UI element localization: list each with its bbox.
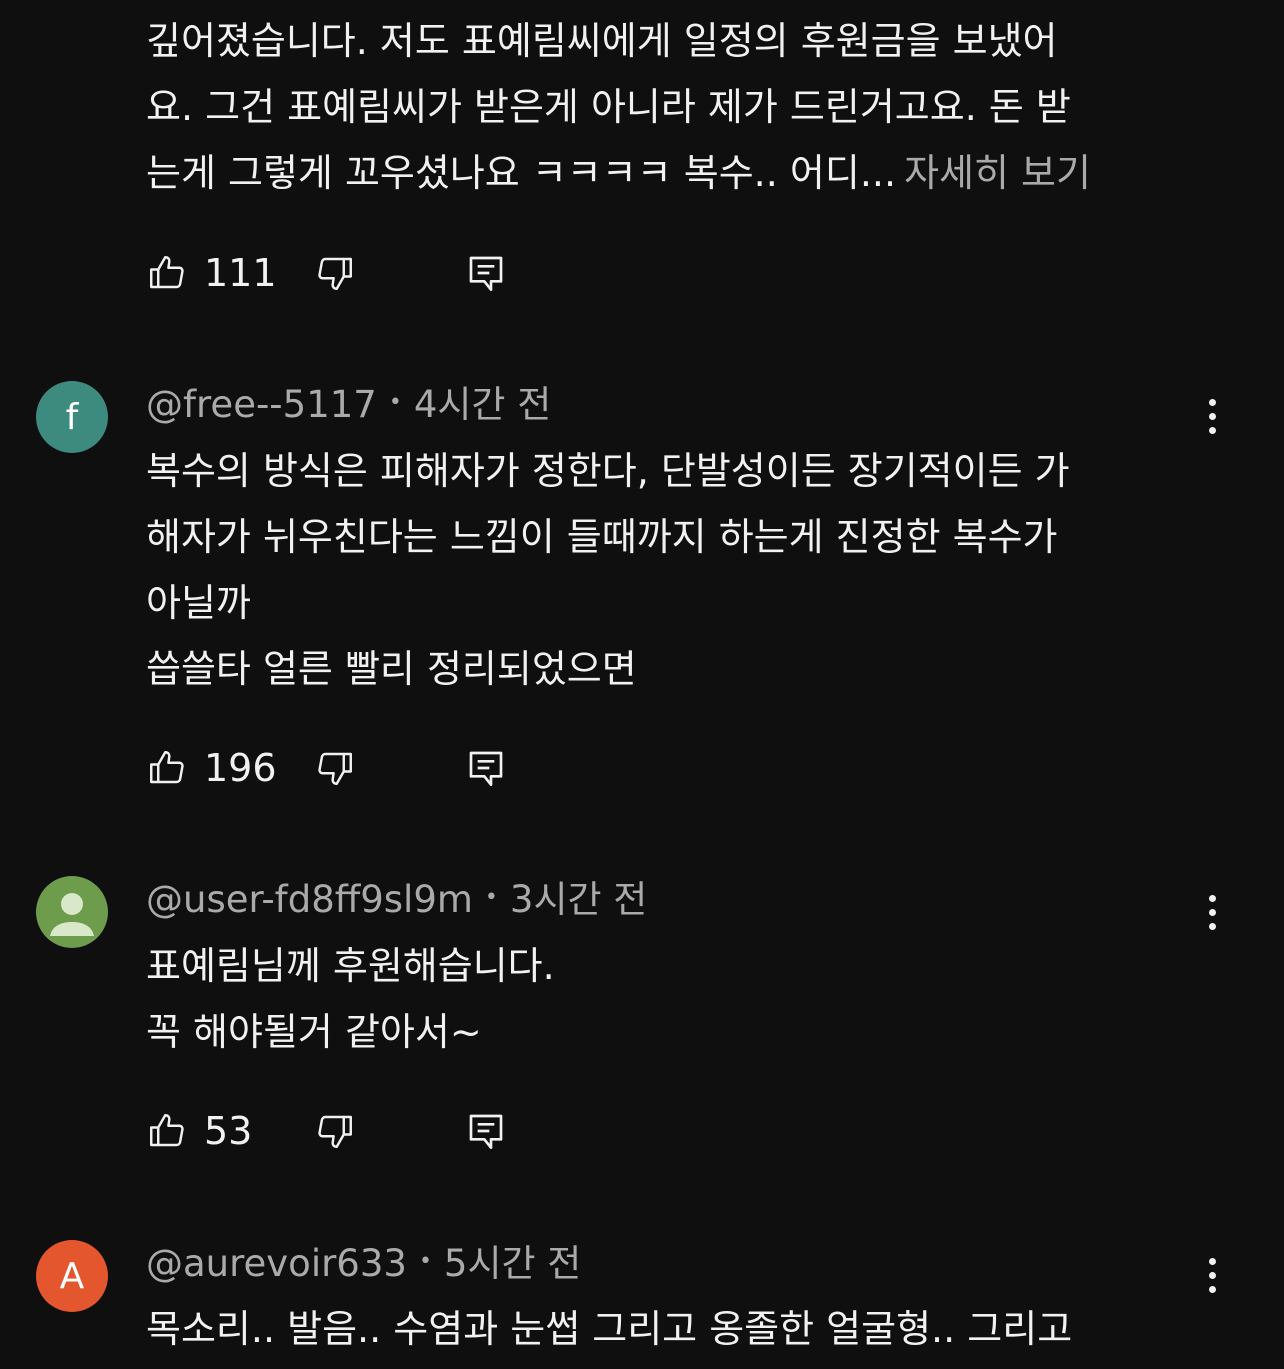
comment-timestamp: 3시간 전 — [509, 878, 648, 921]
comment-line: 아닐까 — [146, 581, 251, 625]
like-button[interactable] — [146, 243, 188, 303]
avatar[interactable]: f — [36, 381, 108, 453]
like-count: 53 — [204, 1109, 253, 1153]
comment-line: 복수의 방식은 피해자가 정한다, 단발성이든 장기적이든 가 — [146, 449, 1070, 493]
comment-header: @free--5117 • 4시간 전 — [146, 383, 551, 429]
reply-comment-icon — [469, 256, 503, 291]
dislike-button[interactable] — [314, 738, 356, 798]
comment-text: 깊어졌습니다. 저도 표예림씨에게 일정의 후원금을 보냈어 요. 그건 표예림… — [146, 8, 1206, 206]
comment-header: @user-fd8ff9sl9m • 3시간 전 — [146, 878, 647, 924]
thumbs-down-icon — [318, 257, 352, 290]
more-vertical-icon — [1208, 894, 1216, 902]
thumbs-up-icon — [150, 256, 184, 289]
comment-line: 요. 그건 표예림씨가 받은게 아니라 제가 드린거고요. 돈 받 — [146, 85, 1071, 129]
reply-button[interactable] — [466, 1101, 506, 1161]
avatar[interactable] — [36, 876, 108, 948]
default-user-icon — [50, 893, 94, 936]
comment-line: 표예림님께 후원해습니다. — [146, 944, 555, 988]
comment-line: 깊어졌습니다. 저도 표예림씨에게 일정의 후원금을 보냈어 — [146, 19, 1058, 63]
comment-timestamp: 4시간 전 — [413, 383, 552, 426]
comment-line: 목소리.. 발음.. 수염과 눈썹 그리고 옹졸한 얼굴형.. 그리고 — [146, 1307, 1073, 1351]
avatar[interactable]: A — [36, 1240, 108, 1312]
username-link[interactable]: @aurevoir633 — [146, 1242, 407, 1285]
comment-line: 씁쓸타 얼른 빨리 정리되었으면 — [146, 647, 637, 691]
comment-header: @aurevoir633 • 5시간 전 — [146, 1242, 581, 1288]
comment-line: 해자가 뉘우친다는 느낌이 들때까지 하는게 진정한 복수가 — [146, 515, 1058, 559]
thumbs-down-icon — [318, 752, 352, 785]
comment-timestamp: 5시간 전 — [443, 1242, 582, 1285]
username-link[interactable]: @user-fd8ff9sl9m — [146, 878, 473, 921]
more-options-button[interactable] — [1192, 386, 1232, 446]
comment-actions: 196 — [146, 738, 546, 798]
more-vertical-icon — [1208, 398, 1216, 406]
like-count: 196 — [204, 746, 277, 790]
like-button[interactable] — [146, 738, 188, 798]
comment-actions: 53 — [146, 1101, 546, 1161]
comment-line: 는게 그렇게 꼬우셨나요 ㅋㅋㅋㅋ 복수.. 어디... 자세히 보기 — [146, 151, 1091, 195]
dislike-button[interactable] — [314, 243, 356, 303]
separator-dot: • — [388, 389, 402, 415]
reply-comment-icon — [469, 1114, 503, 1149]
comment-text: 표예림님께 후원해습니다. 꼭 해야될거 같아서~ — [146, 933, 1206, 1065]
separator-dot: • — [484, 884, 498, 910]
like-button[interactable] — [146, 1101, 188, 1161]
reply-button[interactable] — [466, 243, 506, 303]
reply-button[interactable] — [466, 738, 506, 798]
separator-dot: • — [418, 1248, 432, 1274]
thumbs-up-icon — [150, 751, 184, 784]
comment-text: 복수의 방식은 피해자가 정한다, 단발성이든 장기적이든 가 해자가 뉘우친다… — [146, 438, 1206, 702]
thumbs-down-icon — [318, 1115, 352, 1148]
like-count: 111 — [204, 251, 277, 295]
thumbs-up-icon — [150, 1114, 184, 1147]
dislike-button[interactable] — [314, 1101, 356, 1161]
username-link[interactable]: @free--5117 — [146, 383, 377, 426]
read-more-link[interactable]: 자세히 보기 — [904, 151, 1091, 195]
comment-line: 꼭 해야될거 같아서~ — [146, 1010, 482, 1054]
comment-text: 목소리.. 발음.. 수염과 눈썹 그리고 옹졸한 얼굴형.. 그리고 — [146, 1296, 1206, 1362]
comment-actions: 111 — [146, 243, 546, 303]
more-vertical-icon — [1208, 1257, 1216, 1265]
reply-comment-icon — [469, 751, 503, 786]
